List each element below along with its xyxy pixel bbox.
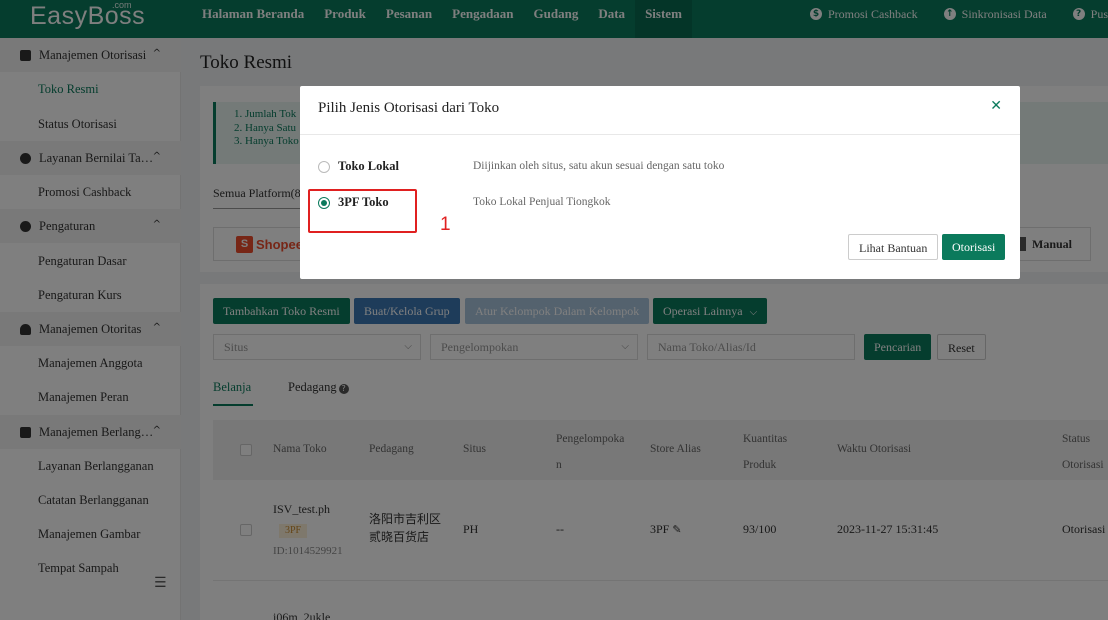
authorize-button[interactable]: Otorisasi (942, 234, 1006, 260)
modal-title: Pilih Jenis Otorisasi dari Toko (318, 100, 500, 116)
annotation-highlight-box (308, 189, 417, 233)
option-local-store-label[interactable]: Toko Lokal (338, 159, 399, 174)
close-icon[interactable]: ✕ (990, 98, 1002, 114)
option-3pf-store-desc: Toko Lokal Penjual Tiongkok (473, 196, 611, 208)
modal-divider (300, 134, 1020, 135)
authorization-type-modal: Pilih Jenis Otorisasi dari Toko ✕ Toko L… (300, 86, 1020, 279)
option-local-store-desc: Diijinkan oleh situs, satu akun sesuai d… (473, 160, 725, 172)
view-help-button[interactable]: Lihat Bantuan (848, 234, 939, 260)
annotation-number: 1 (440, 214, 451, 235)
radio-local-store[interactable] (318, 161, 330, 173)
